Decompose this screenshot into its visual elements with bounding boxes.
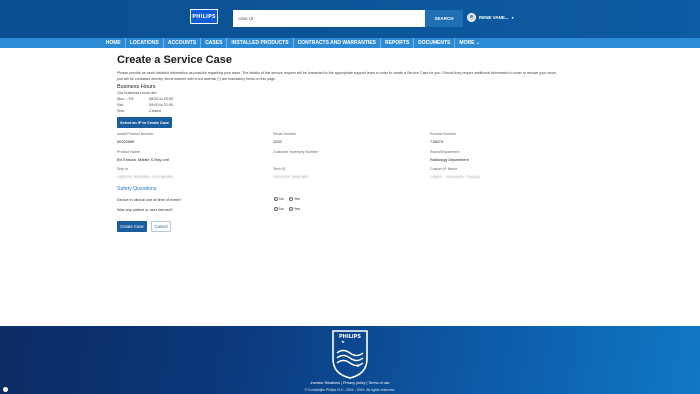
hours-time: Closed <box>149 109 161 113</box>
radio-label: Yes <box>293 207 301 211</box>
hours-row: Mon – Fri: 08:00 to 20:00 <box>117 97 173 101</box>
create-case-button[interactable]: Create Case <box>117 221 147 232</box>
philips-logo[interactable]: PHILIPS <box>190 9 218 24</box>
cancel-button[interactable]: Cancel <box>151 221 171 232</box>
field-value: BV Endura, Mobile X-Ray unit <box>117 157 169 162</box>
radio-icon <box>288 197 293 201</box>
customer-inventory-number-field: Customer Inventory Number <box>273 150 318 157</box>
custom-ip-name-field: Custom IP Name LIB4H - Deklabilt Thepoe <box>430 167 481 179</box>
field-value: 1801000-30M-MS <box>273 174 309 179</box>
radio-option-no[interactable]: No <box>274 207 284 211</box>
field-label: Ship to <box>117 167 129 171</box>
radio-option-yes[interactable]: Yes <box>288 207 301 211</box>
radio-label: No <box>279 197 284 201</box>
hours-day: Sat: <box>117 103 124 107</box>
hours-row: Sat: 09:00 to 21:00 <box>117 103 173 107</box>
nav-item-more[interactable]: MORE ⌄ <box>455 38 484 48</box>
field-label: Room/Department <box>430 150 460 154</box>
nav-item-cases[interactable]: CASES <box>201 38 228 48</box>
product-name-field: Product Name BV Endura, Mobile X-Ray uni… <box>117 150 169 162</box>
field-value: 50202569 <box>117 139 135 144</box>
hours-day: Sun: <box>117 109 125 113</box>
nav-item-accounts[interactable]: ACCOUNTS <box>164 38 202 48</box>
install-product-number-field: Install Product Number 50202569 <box>117 132 154 144</box>
intro-line-1: Please provide as much detailed informat… <box>117 71 557 75</box>
radio-label: Yes <box>293 197 301 201</box>
tech-id-field: Tech ID 1801000-30M-MS <box>273 167 308 179</box>
nav-item-home[interactable]: HOME <box>102 38 126 48</box>
user-menu[interactable]: RENE VANE... ▾ <box>467 13 514 22</box>
hours-day: Mon – Fri: <box>117 97 135 101</box>
field-value: LIBESS BEMBEL HYPBHAR <box>117 174 174 179</box>
field-label: Customer Inventory Number <box>273 150 319 154</box>
field-label: Install Product Number <box>117 132 154 136</box>
intro-text: Please provide as much detailed informat… <box>117 71 587 82</box>
avatar-icon <box>467 13 476 22</box>
nav-item-contracts-and-warranties[interactable]: CONTRACTS AND WARRANTIES <box>294 38 381 48</box>
top-header: PHILIPS SEARCH RENE VANE... ▾ <box>0 0 700 38</box>
hours-time: 09:00 to 21:00 <box>149 103 174 107</box>
search-bar: SEARCH <box>233 10 463 27</box>
room-department-field: Room/Department Radiology Department <box>430 150 469 162</box>
chevron-down-icon: ▾ <box>511 15 514 20</box>
radio-option-no[interactable]: No <box>274 197 284 201</box>
select-ip-button[interactable]: Select an IP to Create Case <box>117 117 172 128</box>
nav-item-installed-products[interactable]: INSTALLED PRODUCTS <box>227 38 294 48</box>
nav-item-reports[interactable]: REPORTS <box>381 38 415 48</box>
logo-text: PHILIPS <box>192 13 216 20</box>
field-value: LIB4H - Deklabilt Thepoe <box>430 174 481 179</box>
field-label: Product Name <box>117 150 140 154</box>
footer-copyright: © Koninklijke Philips N.V., 2004 - 2019.… <box>304 388 396 392</box>
hours-time: 08:00 to 20:00 <box>149 97 174 101</box>
safety-question: Was any patient or user harmed? <box>117 208 173 212</box>
business-hours-title: Business Hours <box>117 84 156 90</box>
radio-icon <box>274 197 278 201</box>
radio-icon <box>288 207 293 211</box>
ship-to-field: Ship to LIBESS BEMBEL HYPBHAR <box>117 167 174 179</box>
field-label: Tech ID <box>273 167 286 171</box>
corner-indicator-icon <box>3 387 8 392</box>
philips-shield-icon[interactable]: PHILIPS <box>331 329 369 379</box>
field-value: 718074 <box>430 139 443 144</box>
search-button[interactable]: SEARCH <box>425 10 463 27</box>
field-label: Custom IP Name <box>430 167 458 171</box>
page-title: Create a Service Case <box>117 54 232 66</box>
intro-line-2: you will be contacted directly. Items ma… <box>117 76 277 81</box>
hours-row: Sun: Closed <box>117 109 161 113</box>
field-label: Product Number <box>430 132 457 136</box>
field-value: Radiology Department <box>430 157 469 162</box>
safety-questions-title: Safety Questions <box>117 186 157 192</box>
product-number-field: Product Number 718074 <box>430 132 456 144</box>
search-input[interactable] <box>233 10 425 27</box>
user-name: RENE VANE... <box>479 15 509 20</box>
radio-option-yes[interactable]: Yes <box>288 197 301 201</box>
footer: PHILIPS Investor Relations | Privacy pol… <box>0 326 700 394</box>
field-value: 1252 <box>273 139 282 144</box>
main-nav: HOME LOCATIONS ACCOUNTS CASES INSTALLED … <box>0 38 700 48</box>
field-label: Serial Number <box>273 132 296 136</box>
nav-item-locations[interactable]: LOCATIONS <box>126 38 164 48</box>
radio-icon <box>274 207 278 211</box>
shield-text: PHILIPS <box>339 334 361 340</box>
nav-item-documents[interactable]: DOCUMENTS <box>414 38 456 48</box>
business-hours-subtitle: Our business hours are: <box>117 91 158 95</box>
main-content: Create a Service Case Please provide as … <box>117 52 587 232</box>
footer-links[interactable]: Investor Relations | Privacy policy | Te… <box>0 381 700 385</box>
radio-label: No <box>279 207 284 211</box>
safety-question: Device in clinical use at time of event? <box>117 198 182 202</box>
serial-number-field: Serial Number 1252 <box>273 132 296 144</box>
safety-question-options: No Yes <box>274 197 300 201</box>
safety-question-options: No Yes <box>274 207 300 211</box>
